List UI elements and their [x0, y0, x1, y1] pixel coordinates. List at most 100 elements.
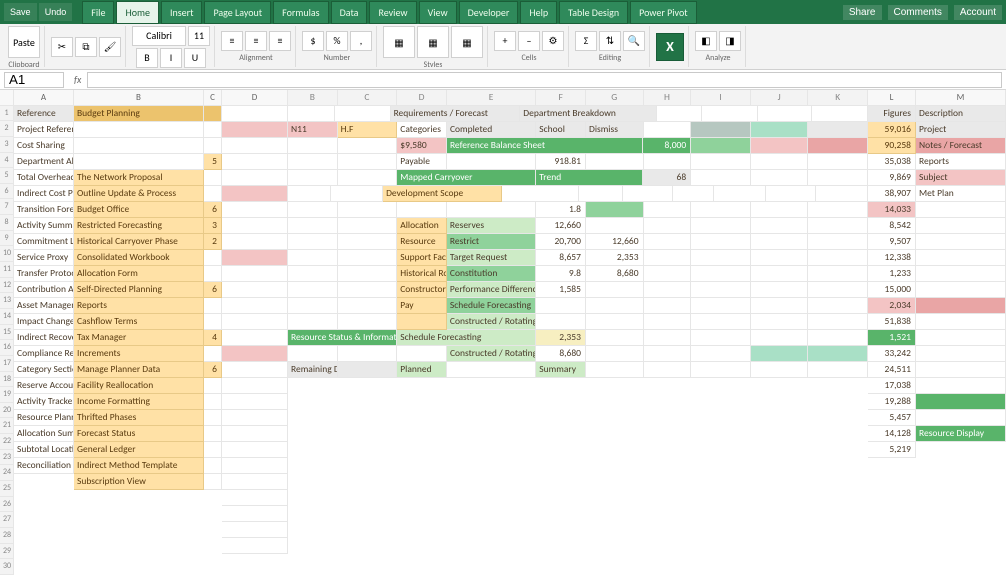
data-cell[interactable]	[751, 282, 809, 298]
data-cell[interactable]	[691, 314, 751, 330]
data-cell[interactable]	[808, 314, 868, 330]
data-cell[interactable]	[691, 298, 751, 314]
blank-cell[interactable]	[916, 394, 1006, 410]
data-cell[interactable]: Historical Rotating	[397, 266, 447, 282]
data-cell[interactable]	[644, 218, 692, 234]
worksheet-grid[interactable]: 1234567891011121314151617181920212223242…	[0, 90, 1006, 575]
tag-cell[interactable]: Project	[916, 122, 1006, 138]
value-cell[interactable]: 5,457	[868, 410, 916, 426]
value-cell[interactable]: 38,907	[868, 186, 916, 202]
name-box[interactable]	[4, 72, 64, 88]
count-cell[interactable]	[204, 298, 222, 314]
italic-button[interactable]: I	[160, 48, 182, 68]
data-cell[interactable]	[288, 314, 338, 330]
label-cell[interactable]: Subtotal Location	[14, 442, 74, 458]
count-cell[interactable]	[204, 410, 222, 426]
data-cell[interactable]	[74, 138, 204, 154]
row-header[interactable]: 6	[0, 184, 14, 200]
label-cell[interactable]: Remaining Days	[288, 362, 338, 378]
tab-data[interactable]: Data	[331, 1, 368, 24]
col-header[interactable]: E	[447, 90, 536, 106]
data-cell[interactable]	[288, 250, 338, 266]
data-cell[interactable]	[808, 298, 868, 314]
find-select-button[interactable]: 🔍	[623, 31, 645, 51]
label-cell[interactable]: Indirect Cost Proposal	[14, 186, 74, 202]
blank-cell[interactable]	[916, 234, 1006, 250]
data-cell[interactable]	[288, 282, 338, 298]
col-header[interactable]: H	[644, 90, 692, 106]
data-cell[interactable]: Restricted Forecasting	[74, 218, 204, 234]
align-center-button[interactable]: ≡	[245, 31, 267, 51]
data-cell[interactable]: Increments	[74, 346, 204, 362]
row-header[interactable]: 5	[0, 168, 14, 184]
tag-cell[interactable]: Resource Display	[916, 426, 1006, 442]
data-cell[interactable]: Resource	[397, 234, 447, 250]
data-cell[interactable]: Cashflow Terms	[74, 314, 204, 330]
label-cell[interactable]: Project Reference	[14, 122, 74, 138]
value-cell[interactable]: 2,034	[868, 298, 916, 314]
gap-cell[interactable]	[222, 346, 288, 362]
label-cell[interactable]: Department Allocation	[14, 154, 74, 170]
number-format-button[interactable]: $	[302, 31, 324, 51]
tab-file[interactable]: File	[82, 1, 114, 24]
count-cell[interactable]	[204, 186, 222, 202]
count-cell[interactable]	[204, 378, 222, 394]
data-cell[interactable]	[691, 218, 751, 234]
row-header[interactable]: 1	[0, 106, 14, 122]
data-cell[interactable]: 2,353	[586, 250, 644, 266]
data-cell[interactable]: Outline Update & Process	[74, 186, 204, 202]
label-cell[interactable]: Cost Sharing	[14, 138, 74, 154]
count-cell[interactable]	[204, 122, 222, 138]
section-header[interactable]: Reference	[14, 106, 74, 122]
data-cell[interactable]	[644, 266, 692, 282]
row-header[interactable]: 28	[0, 528, 14, 544]
data-cell[interactable]	[751, 266, 809, 282]
data-cell[interactable]: Tax Manager	[74, 330, 204, 346]
blank-cell[interactable]	[916, 410, 1006, 426]
row-header[interactable]: 30	[0, 559, 14, 575]
cut-button[interactable]: ✂	[51, 37, 73, 57]
value-cell[interactable]: 5,219	[868, 442, 916, 458]
count-cell[interactable]	[204, 170, 222, 186]
tab-table-design[interactable]: Table Design	[559, 1, 628, 24]
blank-cell[interactable]	[916, 330, 1006, 346]
blank-cell[interactable]	[916, 298, 1006, 314]
col-header[interactable]: F	[536, 90, 586, 106]
col-header[interactable]: B	[74, 90, 204, 106]
count-cell[interactable]: 4	[204, 330, 222, 346]
col-header[interactable]: B	[288, 90, 338, 106]
data-cell[interactable]	[338, 282, 398, 298]
data-cell[interactable]	[691, 282, 751, 298]
data-cell[interactable]	[808, 234, 868, 250]
row-header[interactable]: 7	[0, 199, 14, 215]
gap-cell[interactable]	[222, 426, 288, 442]
count-cell[interactable]: 2	[204, 234, 222, 250]
data-cell[interactable]: Indirect Method Template	[74, 458, 204, 474]
label-cell[interactable]: Commitment Log	[14, 234, 74, 250]
value-cell[interactable]: 2,353	[536, 330, 586, 346]
tag-cell[interactable]: N11	[288, 122, 338, 138]
fx-icon[interactable]: fx	[68, 73, 87, 86]
value-cell[interactable]: 1.8	[536, 202, 586, 218]
label-cell[interactable]: Reconciliation	[14, 458, 74, 474]
count-cell[interactable]	[204, 314, 222, 330]
label-cell[interactable]: Compliance Report	[14, 346, 74, 362]
label-cell[interactable]: Activity Summary	[14, 218, 74, 234]
data-cell[interactable]	[751, 250, 809, 266]
data-cell[interactable]: Budget Office	[74, 202, 204, 218]
count-cell[interactable]	[204, 138, 222, 154]
data-cell[interactable]: Constitution	[447, 266, 536, 282]
data-cell[interactable]	[288, 218, 338, 234]
row-header[interactable]: 15	[0, 325, 14, 341]
paste-button[interactable]: Paste	[8, 26, 40, 58]
row-header[interactable]: 9	[0, 231, 14, 247]
status-cell[interactable]: School	[536, 122, 586, 138]
qat-save-button[interactable]: Save	[4, 3, 37, 21]
delete-cells-button[interactable]: –	[518, 31, 540, 51]
label-cell[interactable]: Indirect Recovery	[14, 330, 74, 346]
gap-cell[interactable]	[222, 442, 288, 458]
col-header[interactable]: D	[397, 90, 447, 106]
data-cell[interactable]: 9.8	[536, 266, 586, 282]
align-right-button[interactable]: ≡	[269, 31, 291, 51]
tab-insert[interactable]: Insert	[161, 1, 203, 24]
